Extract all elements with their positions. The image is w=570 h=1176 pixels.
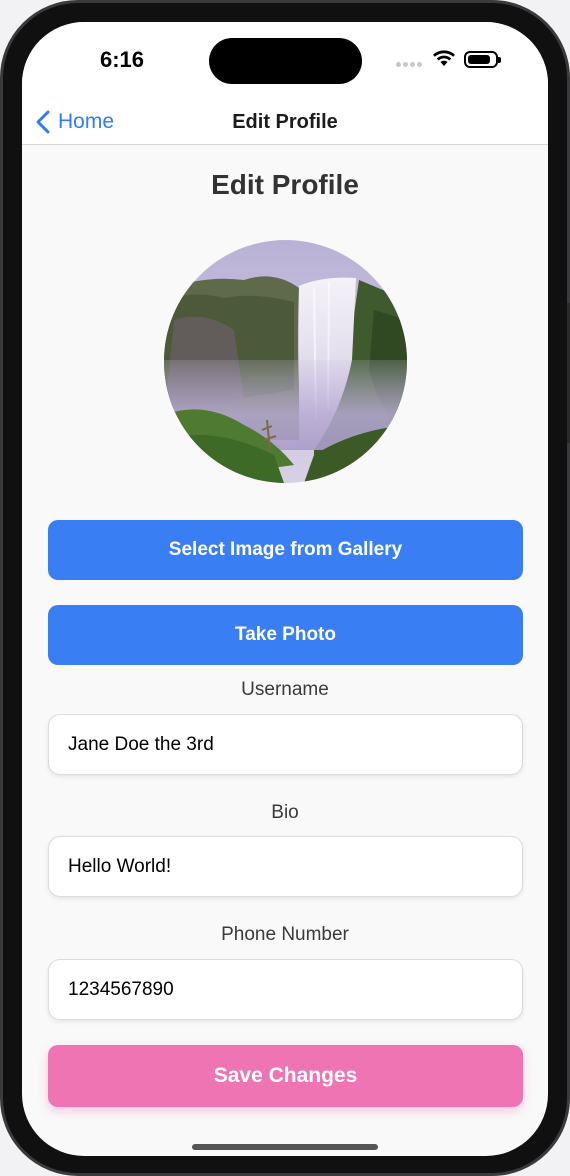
phone-number-input[interactable] (48, 959, 523, 1020)
phone-number-label: Phone Number (221, 924, 349, 945)
status-bar: 6:16 (22, 22, 548, 100)
home-indicator[interactable] (192, 1144, 378, 1150)
bio-input[interactable] (48, 836, 523, 897)
battery-icon (464, 51, 501, 68)
take-photo-button[interactable]: Take Photo (48, 605, 523, 665)
status-time: 6:16 (100, 47, 145, 72)
cellular-signal-icon (396, 62, 424, 68)
waterfall-image (164, 240, 407, 483)
nav-title: Edit Profile (232, 111, 338, 133)
bio-label: Bio (271, 802, 299, 823)
username-input[interactable] (48, 714, 523, 775)
dynamic-island (209, 38, 362, 84)
navigation-bar: Home Edit Profile (22, 100, 548, 145)
screen: 6:16 Home Edit Profile Edit Profile Sele… (22, 22, 548, 1156)
username-label: Username (241, 679, 329, 700)
profile-avatar (164, 240, 407, 483)
page-title: Edit Profile (211, 169, 359, 200)
select-image-gallery-button[interactable]: Select Image from Gallery (48, 520, 523, 580)
phone-frame: 6:16 Home Edit Profile Edit Profile Sele… (0, 0, 570, 1176)
wifi-icon (433, 50, 455, 66)
save-changes-button[interactable]: Save Changes (48, 1045, 523, 1107)
